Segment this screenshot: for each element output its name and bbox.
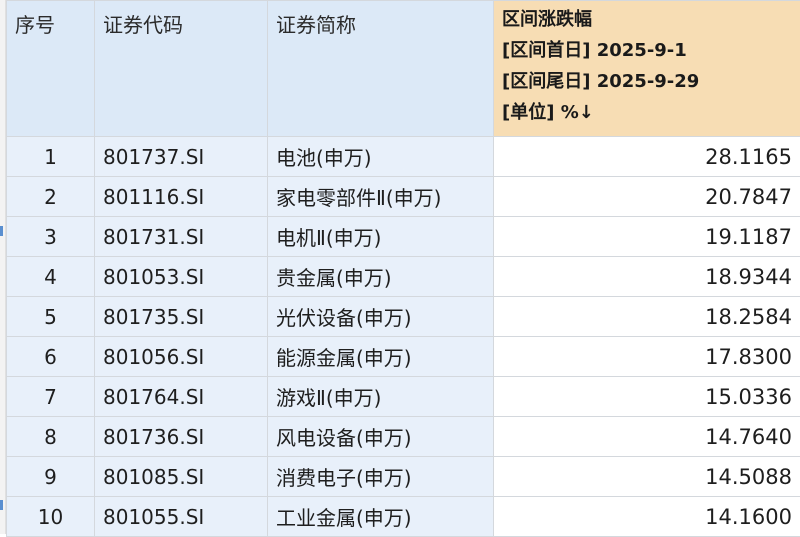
change-pct-cell[interactable]: 14.1600 xyxy=(494,497,800,537)
header-unit-sort: [单位] %↓ xyxy=(502,97,792,128)
security-name-cell[interactable]: 贵金属(申万) xyxy=(268,257,494,297)
row-index-cell[interactable]: 10 xyxy=(7,497,95,537)
table-row[interactable]: 10801055.SI工业金属(申万)14.1600 xyxy=(7,497,800,537)
row-index-cell[interactable]: 9 xyxy=(7,457,95,497)
security-name-cell[interactable]: 工业金属(申万) xyxy=(268,497,494,537)
spreadsheet-view: 序号 证券代码 证券简称 区间涨跌幅 [区间首日] 2025-9-1 [区间尾日… xyxy=(0,0,800,534)
column-header-name[interactable]: 证券简称 xyxy=(268,1,494,137)
security-name-cell[interactable]: 消费电子(申万) xyxy=(268,457,494,497)
security-code-cell[interactable]: 801116.SI xyxy=(95,177,268,217)
table-row[interactable]: 8801736.SI风电设备(申万)14.7640 xyxy=(7,417,800,457)
security-name-cell[interactable]: 光伏设备(申万) xyxy=(268,297,494,337)
security-name-cell[interactable]: 游戏Ⅱ(申万) xyxy=(268,377,494,417)
security-code-cell[interactable]: 801764.SI xyxy=(95,377,268,417)
change-pct-cell[interactable]: 18.9344 xyxy=(494,257,800,297)
change-pct-cell[interactable]: 17.8300 xyxy=(494,337,800,377)
data-table: 序号 证券代码 证券简称 区间涨跌幅 [区间首日] 2025-9-1 [区间尾日… xyxy=(6,0,800,537)
security-code-cell[interactable]: 801735.SI xyxy=(95,297,268,337)
column-header-code[interactable]: 证券代码 xyxy=(95,1,268,137)
table-row[interactable]: 1801737.SI电池(申万)28.1165 xyxy=(7,137,800,177)
change-pct-cell[interactable]: 14.7640 xyxy=(494,417,800,457)
table-row[interactable]: 4801053.SI贵金属(申万)18.9344 xyxy=(7,257,800,297)
header-end-date: [区间尾日] 2025-9-29 xyxy=(502,66,792,97)
table-row[interactable]: 3801731.SI电机Ⅱ(申万)19.1187 xyxy=(7,217,800,257)
row-index-cell[interactable]: 1 xyxy=(7,137,95,177)
security-code-cell[interactable]: 801736.SI xyxy=(95,417,268,457)
header-row: 序号 证券代码 证券简称 区间涨跌幅 [区间首日] 2025-9-1 [区间尾日… xyxy=(7,1,800,137)
column-header-index[interactable]: 序号 xyxy=(7,1,95,137)
security-name-cell[interactable]: 家电零部件Ⅱ(申万) xyxy=(268,177,494,217)
table-row[interactable]: 5801735.SI光伏设备(申万)18.2584 xyxy=(7,297,800,337)
security-code-cell[interactable]: 801053.SI xyxy=(95,257,268,297)
table-body: 1801737.SI电池(申万)28.11652801116.SI家电零部件Ⅱ(… xyxy=(7,137,800,537)
security-code-cell[interactable]: 801737.SI xyxy=(95,137,268,177)
change-pct-cell[interactable]: 28.1165 xyxy=(494,137,800,177)
security-code-cell[interactable]: 801085.SI xyxy=(95,457,268,497)
security-code-cell[interactable]: 801731.SI xyxy=(95,217,268,257)
security-name-cell[interactable]: 风电设备(申万) xyxy=(268,417,494,457)
security-code-cell[interactable]: 801055.SI xyxy=(95,497,268,537)
row-index-cell[interactable]: 4 xyxy=(7,257,95,297)
table-row[interactable]: 2801116.SI家电零部件Ⅱ(申万)20.7847 xyxy=(7,177,800,217)
change-pct-cell[interactable]: 20.7847 xyxy=(494,177,800,217)
table-row[interactable]: 7801764.SI游戏Ⅱ(申万)15.0336 xyxy=(7,377,800,417)
row-index-cell[interactable]: 3 xyxy=(7,217,95,257)
change-pct-cell[interactable]: 15.0336 xyxy=(494,377,800,417)
header-start-date: [区间首日] 2025-9-1 xyxy=(502,35,792,66)
selection-marker xyxy=(0,500,3,510)
security-name-cell[interactable]: 电机Ⅱ(申万) xyxy=(268,217,494,257)
change-pct-cell[interactable]: 19.1187 xyxy=(494,217,800,257)
row-index-cell[interactable]: 6 xyxy=(7,337,95,377)
security-code-cell[interactable]: 801056.SI xyxy=(95,337,268,377)
row-index-cell[interactable]: 8 xyxy=(7,417,95,457)
security-name-cell[interactable]: 能源金属(申万) xyxy=(268,337,494,377)
row-index-cell[interactable]: 7 xyxy=(7,377,95,417)
row-index-cell[interactable]: 5 xyxy=(7,297,95,337)
table-row[interactable]: 9801085.SI消费电子(申万)14.5088 xyxy=(7,457,800,497)
header-title: 区间涨跌幅 xyxy=(502,4,792,35)
table-row[interactable]: 6801056.SI能源金属(申万)17.8300 xyxy=(7,337,800,377)
selection-marker xyxy=(0,226,3,236)
security-name-cell[interactable]: 电池(申万) xyxy=(268,137,494,177)
column-header-change-pct[interactable]: 区间涨跌幅 [区间首日] 2025-9-1 [区间尾日] 2025-9-29 [… xyxy=(494,1,800,137)
change-pct-cell[interactable]: 14.5088 xyxy=(494,457,800,497)
change-pct-cell[interactable]: 18.2584 xyxy=(494,297,800,337)
row-index-cell[interactable]: 2 xyxy=(7,177,95,217)
